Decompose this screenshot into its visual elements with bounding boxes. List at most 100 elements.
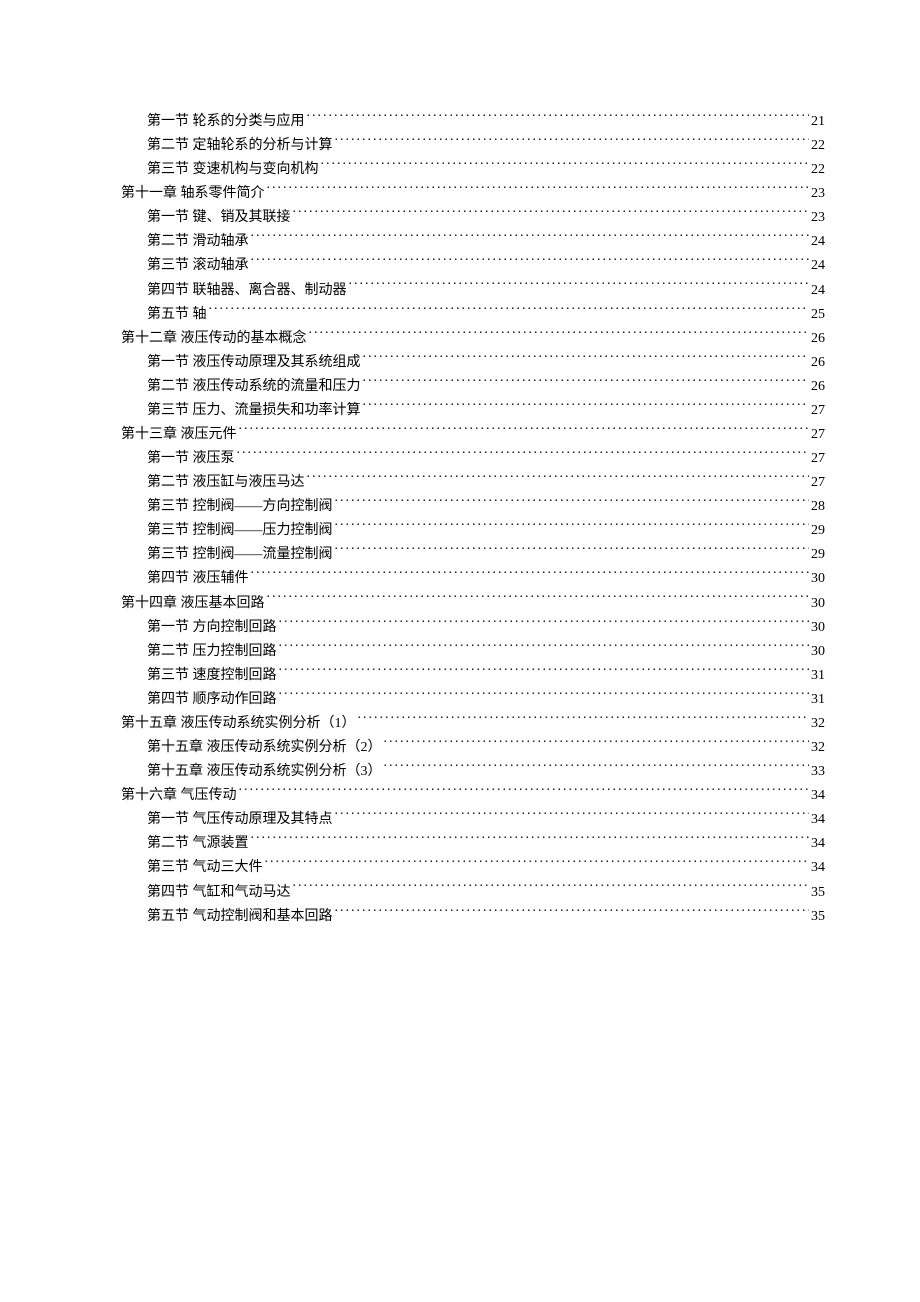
toc-entry-title: 第二节 压力控制回路 <box>147 640 277 664</box>
toc-entry[interactable]: 第三节 压力、流量损失和功率计算27 <box>95 399 825 423</box>
toc-entry[interactable]: 第四节 气缸和气动马达35 <box>95 881 825 905</box>
toc-dot-leader <box>251 255 810 269</box>
table-of-contents: 第一节 轮系的分类与应用21第二节 定轴轮系的分析与计算22第三节 变速机构与变… <box>95 110 825 929</box>
toc-entry-title: 第三节 气动三大件 <box>147 856 263 880</box>
toc-entry[interactable]: 第一节 液压泵27 <box>95 447 825 471</box>
toc-entry-title: 第一节 方向控制回路 <box>147 616 277 640</box>
toc-entry[interactable]: 第二节 气源装置34 <box>95 832 825 856</box>
toc-entry-title: 第二节 定轴轮系的分析与计算 <box>147 134 333 158</box>
toc-entry-title: 第三节 速度控制回路 <box>147 664 277 688</box>
toc-entry[interactable]: 第五节 气动控制阀和基本回路 35 <box>95 905 825 929</box>
toc-dot-leader <box>279 689 810 703</box>
toc-entry[interactable]: 第十一章 轴系零件简介 23 <box>95 182 825 206</box>
toc-dot-leader <box>251 568 810 582</box>
toc-dot-leader <box>321 159 810 173</box>
toc-entry-title: 第一节 液压泵 <box>147 447 235 471</box>
toc-entry-title: 第二节 滑动轴承 <box>147 230 249 254</box>
toc-entry-page: 25 <box>811 303 825 327</box>
toc-entry-title: 第三节 压力、流量损失和功率计算 <box>147 399 361 423</box>
toc-entry-page: 35 <box>811 905 825 929</box>
toc-entry-page: 33 <box>811 760 825 784</box>
toc-entry-title: 第十三章 液压元件 <box>121 423 237 447</box>
toc-dot-leader <box>251 833 810 847</box>
toc-entry-page: 35 <box>811 881 825 905</box>
toc-dot-leader <box>293 207 810 221</box>
toc-entry[interactable]: 第十六章 气压传动 34 <box>95 784 825 808</box>
toc-entry-page: 26 <box>811 327 825 351</box>
toc-entry-page: 32 <box>811 712 825 736</box>
toc-entry-title: 第二节 液压传动系统的流量和压力 <box>147 375 361 399</box>
toc-dot-leader <box>335 809 810 823</box>
toc-entry[interactable]: 第三节 气动三大件 34 <box>95 856 825 880</box>
toc-dot-leader <box>279 617 810 631</box>
toc-entry-title: 第二节 液压缸与液压马达 <box>147 471 305 495</box>
toc-entry-page: 34 <box>811 856 825 880</box>
toc-entry[interactable]: 第二节 液压缸与液压马达 27 <box>95 471 825 495</box>
toc-dot-leader <box>363 376 810 390</box>
toc-entry[interactable]: 第三节 滚动轴承 24 <box>95 254 825 278</box>
toc-entry-page: 29 <box>811 543 825 567</box>
toc-dot-leader <box>209 304 810 318</box>
toc-entry-title: 第五节 轴 <box>147 303 207 327</box>
toc-entry-title: 第三节 控制阀——压力控制阀 <box>147 519 333 543</box>
toc-page: 第一节 轮系的分类与应用21第二节 定轴轮系的分析与计算22第三节 变速机构与变… <box>0 0 920 1302</box>
toc-dot-leader <box>363 352 810 366</box>
toc-entry-page: 27 <box>811 423 825 447</box>
toc-entry[interactable]: 第四节 联轴器、离合器、制动器 24 <box>95 279 825 303</box>
toc-entry[interactable]: 第十四章 液压基本回路30 <box>95 592 825 616</box>
toc-entry-page: 29 <box>811 519 825 543</box>
toc-entry-title: 第三节 滚动轴承 <box>147 254 249 278</box>
toc-dot-leader <box>335 544 810 558</box>
toc-entry[interactable]: 第二节 压力控制回路30 <box>95 640 825 664</box>
toc-entry-title: 第十四章 液压基本回路 <box>121 592 265 616</box>
toc-entry[interactable]: 第五节 轴 25 <box>95 303 825 327</box>
toc-entry[interactable]: 第二节 定轴轮系的分析与计算22 <box>95 134 825 158</box>
toc-dot-leader <box>267 593 810 607</box>
toc-entry-title: 第三节 变速机构与变向机构 <box>147 158 319 182</box>
toc-entry[interactable]: 第三节 控制阀——方向控制阀28 <box>95 495 825 519</box>
toc-entry-page: 34 <box>811 784 825 808</box>
toc-entry-page: 23 <box>811 182 825 206</box>
toc-entry[interactable]: 第一节 方向控制回路30 <box>95 616 825 640</box>
toc-entry-title: 第二节 气源装置 <box>147 832 249 856</box>
toc-entry[interactable]: 第十三章 液压元件 27 <box>95 423 825 447</box>
toc-entry-page: 27 <box>811 471 825 495</box>
toc-entry[interactable]: 第四节 液压辅件30 <box>95 567 825 591</box>
toc-entry[interactable]: 第三节 速度控制回路 31 <box>95 664 825 688</box>
toc-entry-page: 32 <box>811 736 825 760</box>
toc-dot-leader <box>239 785 810 799</box>
toc-dot-leader <box>265 857 810 871</box>
toc-entry-page: 28 <box>811 495 825 519</box>
toc-entry-page: 30 <box>811 567 825 591</box>
toc-entry[interactable]: 第十五章 液压传动系统实例分析（1）32 <box>95 712 825 736</box>
toc-entry[interactable]: 第一节 液压传动原理及其系统组成26 <box>95 351 825 375</box>
toc-entry[interactable]: 第十二章 液压传动的基本概念26 <box>95 327 825 351</box>
toc-entry-title: 第十一章 轴系零件简介 <box>121 182 265 206</box>
toc-entry-page: 24 <box>811 254 825 278</box>
toc-entry[interactable]: 第十五章 液压传动系统实例分析（3）33 <box>95 760 825 784</box>
toc-entry-title: 第一节 气压传动原理及其特点 <box>147 808 333 832</box>
toc-entry[interactable]: 第三节 变速机构与变向机构 22 <box>95 158 825 182</box>
toc-entry[interactable]: 第三节 控制阀——压力控制阀 29 <box>95 519 825 543</box>
toc-dot-leader <box>251 231 810 245</box>
toc-entry-page: 24 <box>811 279 825 303</box>
toc-entry[interactable]: 第三节 控制阀——流量控制阀29 <box>95 543 825 567</box>
toc-entry-page: 26 <box>811 351 825 375</box>
toc-entry-title: 第四节 联轴器、离合器、制动器 <box>147 279 347 303</box>
toc-entry[interactable]: 第一节 气压传动原理及其特点 34 <box>95 808 825 832</box>
toc-entry[interactable]: 第一节 轮系的分类与应用21 <box>95 110 825 134</box>
toc-entry-page: 31 <box>811 664 825 688</box>
toc-dot-leader <box>307 111 810 125</box>
toc-entry[interactable]: 第二节 滑动轴承24 <box>95 230 825 254</box>
toc-entry[interactable]: 第二节 液压传动系统的流量和压力26 <box>95 375 825 399</box>
toc-entry[interactable]: 第一节 键、销及其联接23 <box>95 206 825 230</box>
toc-dot-leader <box>384 761 810 775</box>
toc-entry-title: 第五节 气动控制阀和基本回路 <box>147 905 333 929</box>
toc-entry[interactable]: 第四节 顺序动作回路31 <box>95 688 825 712</box>
toc-entry-page: 22 <box>811 158 825 182</box>
toc-dot-leader <box>335 135 810 149</box>
toc-entry-title: 第四节 顺序动作回路 <box>147 688 277 712</box>
toc-entry-title: 第十六章 气压传动 <box>121 784 237 808</box>
toc-entry[interactable]: 第十五章 液压传动系统实例分析（2）32 <box>95 736 825 760</box>
toc-entry-page: 34 <box>811 808 825 832</box>
